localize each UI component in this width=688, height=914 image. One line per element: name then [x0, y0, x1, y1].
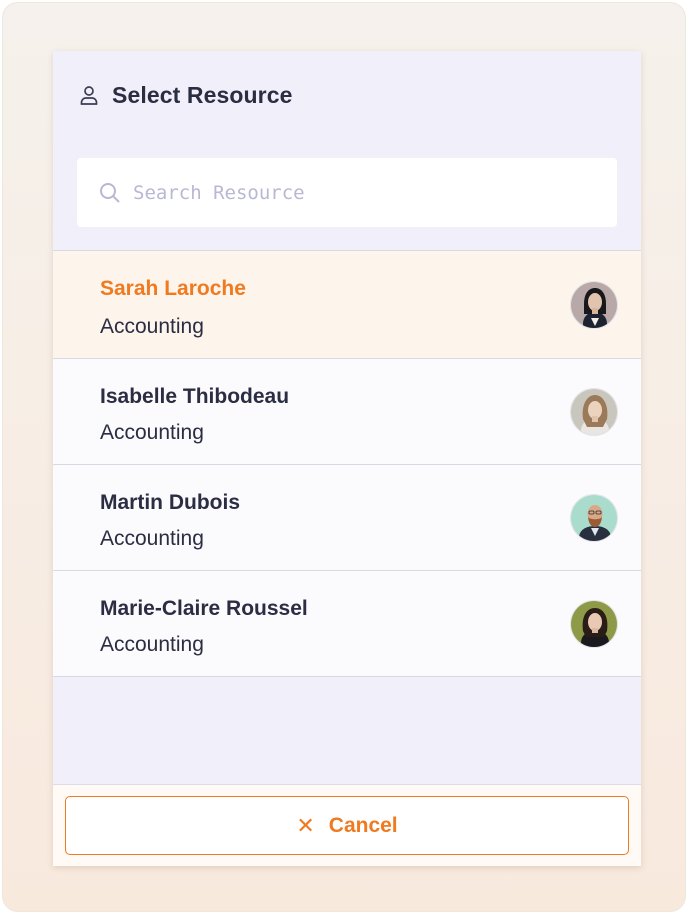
- avatar: [570, 281, 618, 329]
- resource-department: Accounting: [100, 527, 204, 550]
- resource-name: Martin Dubois: [100, 491, 240, 514]
- resource-row-marie-claire-roussel[interactable]: Marie-Claire Roussel Accounting: [53, 571, 641, 677]
- resource-row-isabelle-thibodeau[interactable]: Isabelle Thibodeau Accounting: [53, 359, 641, 465]
- search-input[interactable]: [133, 181, 593, 204]
- avatar: [570, 388, 618, 436]
- cancel-button[interactable]: ✕ Cancel: [65, 796, 629, 855]
- search-icon: [99, 182, 121, 204]
- resource-name: Isabelle Thibodeau: [100, 385, 290, 408]
- resource-row-martin-dubois[interactable]: Martin Dubois Accounting: [53, 465, 641, 571]
- resource-list: Sarah Laroche Accounting Isabelle Thibod…: [53, 250, 641, 677]
- resource-department: Accounting: [100, 421, 204, 444]
- user-icon: [78, 84, 100, 106]
- resource-department: Accounting: [100, 633, 204, 656]
- resource-name: Sarah Laroche: [100, 277, 246, 300]
- resource-name: Marie-Claire Roussel: [100, 597, 308, 620]
- dialog-header: Select Resource: [53, 51, 641, 139]
- search-box[interactable]: [77, 158, 617, 227]
- select-resource-dialog: Select Resource Sarah Laroche Accounting: [53, 51, 641, 866]
- avatar: [570, 494, 618, 542]
- cancel-label: Cancel: [328, 813, 398, 837]
- page-background: Select Resource Sarah Laroche Accounting: [2, 2, 686, 912]
- dialog-title: Select Resource: [112, 81, 293, 108]
- dialog-footer: ✕ Cancel: [53, 784, 641, 866]
- avatar: [570, 600, 618, 648]
- close-icon: ✕: [296, 812, 315, 838]
- resource-department: Accounting: [100, 315, 204, 338]
- resource-row-sarah-laroche[interactable]: Sarah Laroche Accounting: [53, 251, 641, 359]
